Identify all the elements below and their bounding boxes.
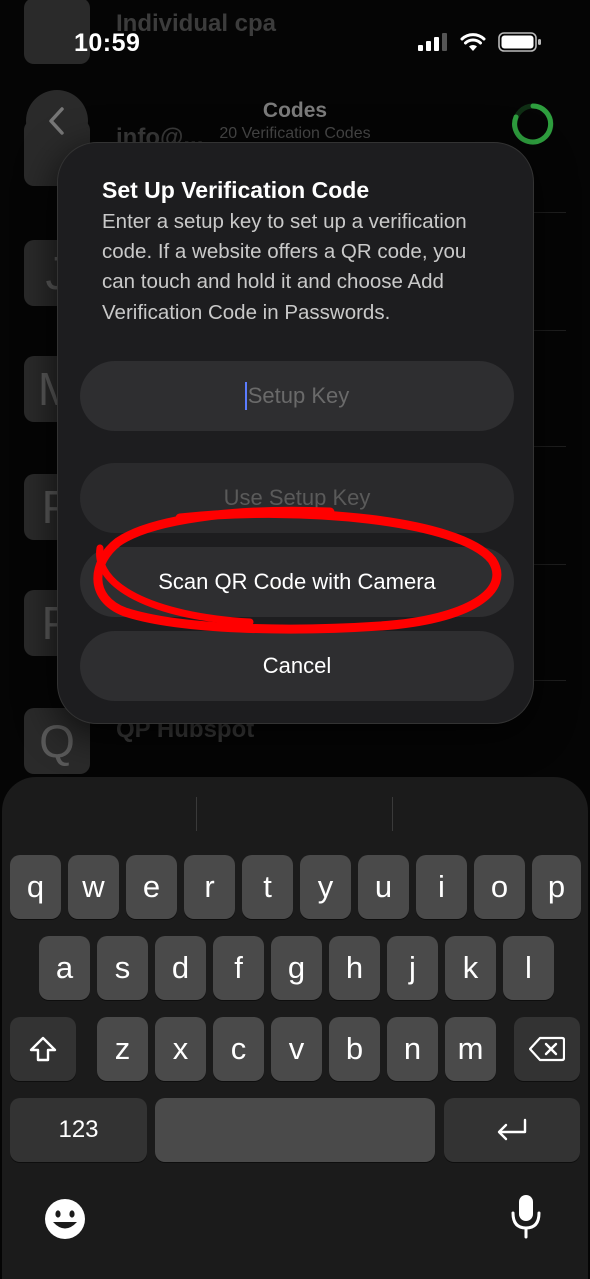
key-x[interactable]: x — [155, 1017, 206, 1081]
key-o[interactable]: o — [474, 855, 525, 919]
key-d[interactable]: d — [155, 936, 206, 1000]
page-title: Codes — [262, 99, 328, 122]
setup-key-placeholder: Setup Key — [247, 383, 350, 408]
shift-key[interactable] — [10, 1017, 76, 1081]
key-g[interactable]: g — [271, 936, 322, 1000]
dialog-title: Set Up Verification Code — [102, 177, 370, 203]
key-w[interactable]: w — [68, 855, 119, 919]
key-j[interactable]: j — [387, 936, 438, 1000]
key-n[interactable]: n — [387, 1017, 438, 1081]
battery-icon — [498, 32, 541, 52]
status-time: 10:59 — [74, 29, 141, 57]
microphone-icon[interactable] — [508, 1193, 544, 1241]
space-key[interactable] — [155, 1098, 435, 1162]
scan-qr-code-button[interactable]: Scan QR Code with Camera — [80, 547, 514, 617]
suggestion-divider — [392, 797, 393, 831]
cellular-signal-icon — [418, 33, 447, 51]
emoji-icon[interactable] — [43, 1197, 87, 1241]
key-p[interactable]: p — [532, 855, 581, 919]
key-i[interactable]: i — [416, 855, 467, 919]
key-c[interactable]: c — [213, 1017, 264, 1081]
status-icons — [418, 32, 542, 52]
key-t[interactable]: t — [242, 855, 293, 919]
keyboard: q w e r t y u i o p a s d f g h j k l z … — [2, 777, 588, 1279]
code-timer-ring-icon — [512, 103, 554, 145]
key-k[interactable]: k — [445, 936, 496, 1000]
cancel-button[interactable]: Cancel — [80, 631, 514, 701]
key-v[interactable]: v — [271, 1017, 322, 1081]
numbers-key-label: 123 — [58, 1116, 99, 1143]
key-y[interactable]: y — [300, 855, 351, 919]
key-f[interactable]: f — [213, 936, 264, 1000]
text-caret — [244, 382, 247, 410]
key-s[interactable]: s — [97, 936, 148, 1000]
numbers-key[interactable]: 123 — [10, 1098, 147, 1162]
key-z[interactable]: z — [97, 1017, 148, 1081]
key-h[interactable]: h — [329, 936, 380, 1000]
key-a[interactable]: a — [39, 936, 90, 1000]
suggestion-divider — [196, 797, 197, 831]
setup-verification-dialog: Set Up Verification Code Enter a setup k… — [57, 142, 534, 724]
wifi-icon — [460, 32, 486, 51]
key-u[interactable]: u — [358, 855, 409, 919]
setup-key-input[interactable]: Setup Key — [80, 361, 514, 431]
key-q[interactable]: q — [10, 855, 61, 919]
page-subtitle: 20 Verification Codes — [219, 125, 371, 142]
key-l[interactable]: l — [503, 936, 554, 1000]
key-b[interactable]: b — [329, 1017, 380, 1081]
shift-icon — [29, 1036, 57, 1062]
key-m[interactable]: m — [445, 1017, 496, 1081]
delete-icon — [529, 1036, 565, 1062]
return-icon — [497, 1118, 527, 1141]
key-e[interactable]: e — [126, 855, 177, 919]
use-setup-key-button[interactable]: Use Setup Key — [80, 463, 514, 533]
return-key[interactable] — [444, 1098, 580, 1162]
delete-key[interactable] — [514, 1017, 580, 1081]
key-r[interactable]: r — [184, 855, 235, 919]
dialog-message: Enter a setup key to set up a verificati… — [102, 210, 467, 324]
